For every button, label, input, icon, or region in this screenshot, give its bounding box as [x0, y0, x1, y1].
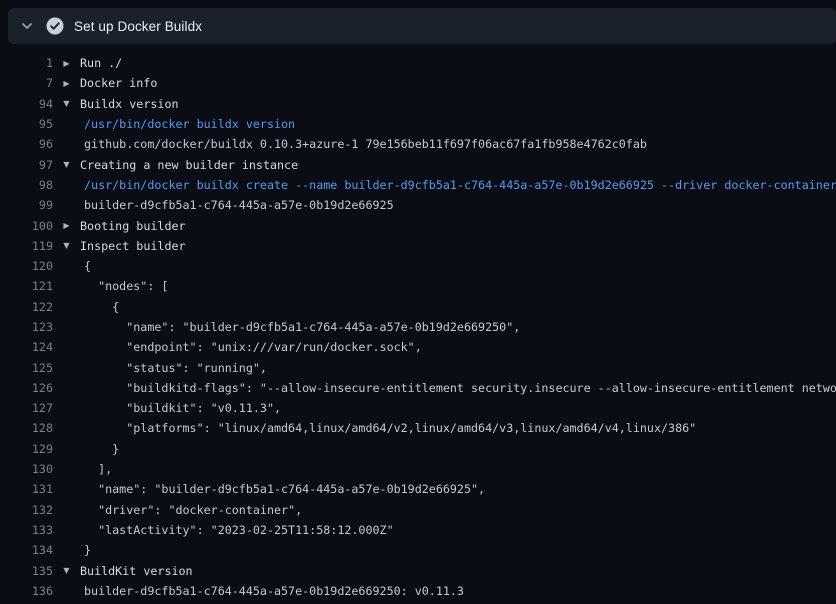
- log-group-row[interactable]: 94▼Buildx version: [0, 94, 836, 114]
- log-line-row: 122 {: [0, 297, 836, 317]
- log-line-row: 136 builder-d9cfb5a1-c764-445a-a57e-0b19d…: [0, 581, 836, 601]
- line-number-link[interactable]: 95: [0, 117, 53, 131]
- triangle-down-icon[interactable]: ▼: [53, 241, 80, 250]
- log-line-row: 124 "endpoint": "unix:///var/run/docker.…: [0, 337, 836, 357]
- line-number-link[interactable]: 127: [0, 401, 53, 415]
- line-number-link[interactable]: 119: [0, 239, 53, 253]
- output-text: "buildkitd-flags": "--allow-insecure-ent…: [80, 381, 836, 395]
- line-number-link[interactable]: 124: [0, 340, 53, 354]
- output-text: ],: [80, 462, 836, 476]
- output-text: "lastActivity": "2023-02-25T11:58:12.000…: [80, 523, 836, 537]
- output-text: "platforms": "linux/amd64,linux/amd64/v2…: [80, 421, 836, 435]
- log-line-row: 121 "nodes": [: [0, 276, 836, 296]
- log-line-row: 130 ],: [0, 459, 836, 479]
- line-number-link[interactable]: 7: [0, 76, 53, 90]
- output-text: builder-d9cfb5a1-c764-445a-a57e-0b19d2e6…: [80, 198, 836, 212]
- triangle-down-icon[interactable]: ▼: [53, 160, 80, 169]
- line-number-link[interactable]: 100: [0, 219, 53, 233]
- triangle-right-icon[interactable]: ▶: [53, 59, 80, 68]
- log-line-row: 123 "name": "builder-d9cfb5a1-c764-445a-…: [0, 317, 836, 337]
- line-number-link[interactable]: 134: [0, 543, 53, 557]
- triangle-right-icon[interactable]: ▶: [53, 79, 80, 88]
- log-line-row: 126 "buildkitd-flags": "--allow-insecure…: [0, 378, 836, 398]
- line-number-link[interactable]: 126: [0, 381, 53, 395]
- log-line-row: 96 github.com/docker/buildx 0.10.3+azure-…: [0, 134, 836, 154]
- check-circle-icon: [46, 17, 64, 35]
- group-title-text: Booting builder: [80, 219, 836, 233]
- group-title-text: Run ./: [80, 56, 836, 70]
- line-number-link[interactable]: 128: [0, 421, 53, 435]
- group-title-text: Buildx version: [80, 97, 836, 111]
- output-text: "driver": "docker-container",: [80, 503, 836, 517]
- log-line-row: 120 {: [0, 256, 836, 276]
- log-group-row[interactable]: 100▶Booting builder: [0, 215, 836, 235]
- line-number-link[interactable]: 96: [0, 137, 53, 151]
- line-number-link[interactable]: 129: [0, 442, 53, 456]
- line-number-link[interactable]: 120: [0, 259, 53, 273]
- log-line-row: 95/usr/bin/docker buildx version: [0, 114, 836, 134]
- group-title-text: Docker info: [80, 76, 836, 90]
- log-line-row: 127 "buildkit": "v0.11.3",: [0, 398, 836, 418]
- line-number-link[interactable]: 99: [0, 198, 53, 212]
- log-line-row: 128 "platforms": "linux/amd64,linux/amd6…: [0, 418, 836, 438]
- chevron-down-icon[interactable]: [15, 14, 39, 38]
- output-text: "name": "builder-d9cfb5a1-c764-445a-a57e…: [80, 320, 836, 334]
- line-number-link[interactable]: 133: [0, 523, 53, 537]
- log-group-row[interactable]: 1▶Run ./: [0, 53, 836, 73]
- line-number-link[interactable]: 123: [0, 320, 53, 334]
- log-group-row[interactable]: 119▼Inspect builder: [0, 236, 836, 256]
- line-number-link[interactable]: 135: [0, 564, 53, 578]
- output-text: builder-d9cfb5a1-c764-445a-a57e-0b19d2e6…: [80, 584, 836, 598]
- log-line-row: 132 "driver": "docker-container",: [0, 500, 836, 520]
- output-text: {: [80, 259, 836, 273]
- log-line-row: 131 "name": "builder-d9cfb5a1-c764-445a-…: [0, 479, 836, 499]
- line-number-link[interactable]: 125: [0, 361, 53, 375]
- line-number-link[interactable]: 121: [0, 279, 53, 293]
- line-number-link[interactable]: 122: [0, 300, 53, 314]
- group-title-text: BuildKit version: [80, 564, 836, 578]
- log-line-row: 133 "lastActivity": "2023-02-25T11:58:12…: [0, 520, 836, 540]
- line-number-link[interactable]: 132: [0, 503, 53, 517]
- output-text: github.com/docker/buildx 0.10.3+azure-1 …: [80, 137, 836, 151]
- log-line-row: 125 "status": "running",: [0, 357, 836, 377]
- step-header[interactable]: Set up Docker Buildx: [8, 8, 836, 44]
- log-line-row: 99 builder-d9cfb5a1-c764-445a-a57e-0b19d2…: [0, 195, 836, 215]
- line-number-link[interactable]: 131: [0, 482, 53, 496]
- log-line-row: 98/usr/bin/docker buildx create --name b…: [0, 175, 836, 195]
- triangle-right-icon[interactable]: ▶: [53, 221, 80, 230]
- log-group-row[interactable]: 7▶Docker info: [0, 73, 836, 93]
- output-text: {: [80, 300, 836, 314]
- triangle-down-icon[interactable]: ▼: [53, 99, 80, 108]
- log-line-row: 129 }: [0, 439, 836, 459]
- output-text: "buildkit": "v0.11.3",: [80, 401, 836, 415]
- command-text: /usr/bin/docker buildx version: [80, 117, 836, 131]
- line-number-link[interactable]: 97: [0, 158, 53, 172]
- output-text: "endpoint": "unix:///var/run/docker.sock…: [80, 340, 836, 354]
- line-number-link[interactable]: 1: [0, 56, 53, 70]
- log-group-row[interactable]: 135▼BuildKit version: [0, 560, 836, 580]
- triangle-down-icon[interactable]: ▼: [53, 566, 80, 575]
- output-text: "nodes": [: [80, 279, 836, 293]
- line-number-link[interactable]: 130: [0, 462, 53, 476]
- log-viewer: 1▶Run ./7▶Docker info94▼Buildx version95…: [0, 44, 836, 601]
- line-number-link[interactable]: 136: [0, 584, 53, 598]
- output-text: "status": "running",: [80, 361, 836, 375]
- group-title-text: Inspect builder: [80, 239, 836, 253]
- log-group-row[interactable]: 97▼Creating a new builder instance: [0, 154, 836, 174]
- line-number-link[interactable]: 94: [0, 97, 53, 111]
- command-text: /usr/bin/docker buildx create --name bui…: [80, 178, 836, 192]
- output-text: "name": "builder-d9cfb5a1-c764-445a-a57e…: [80, 482, 836, 496]
- step-title: Set up Docker Buildx: [74, 19, 202, 34]
- log-line-row: 134}: [0, 540, 836, 560]
- line-number-link[interactable]: 98: [0, 178, 53, 192]
- output-text: }: [80, 543, 836, 557]
- output-text: }: [80, 442, 836, 456]
- group-title-text: Creating a new builder instance: [80, 158, 836, 172]
